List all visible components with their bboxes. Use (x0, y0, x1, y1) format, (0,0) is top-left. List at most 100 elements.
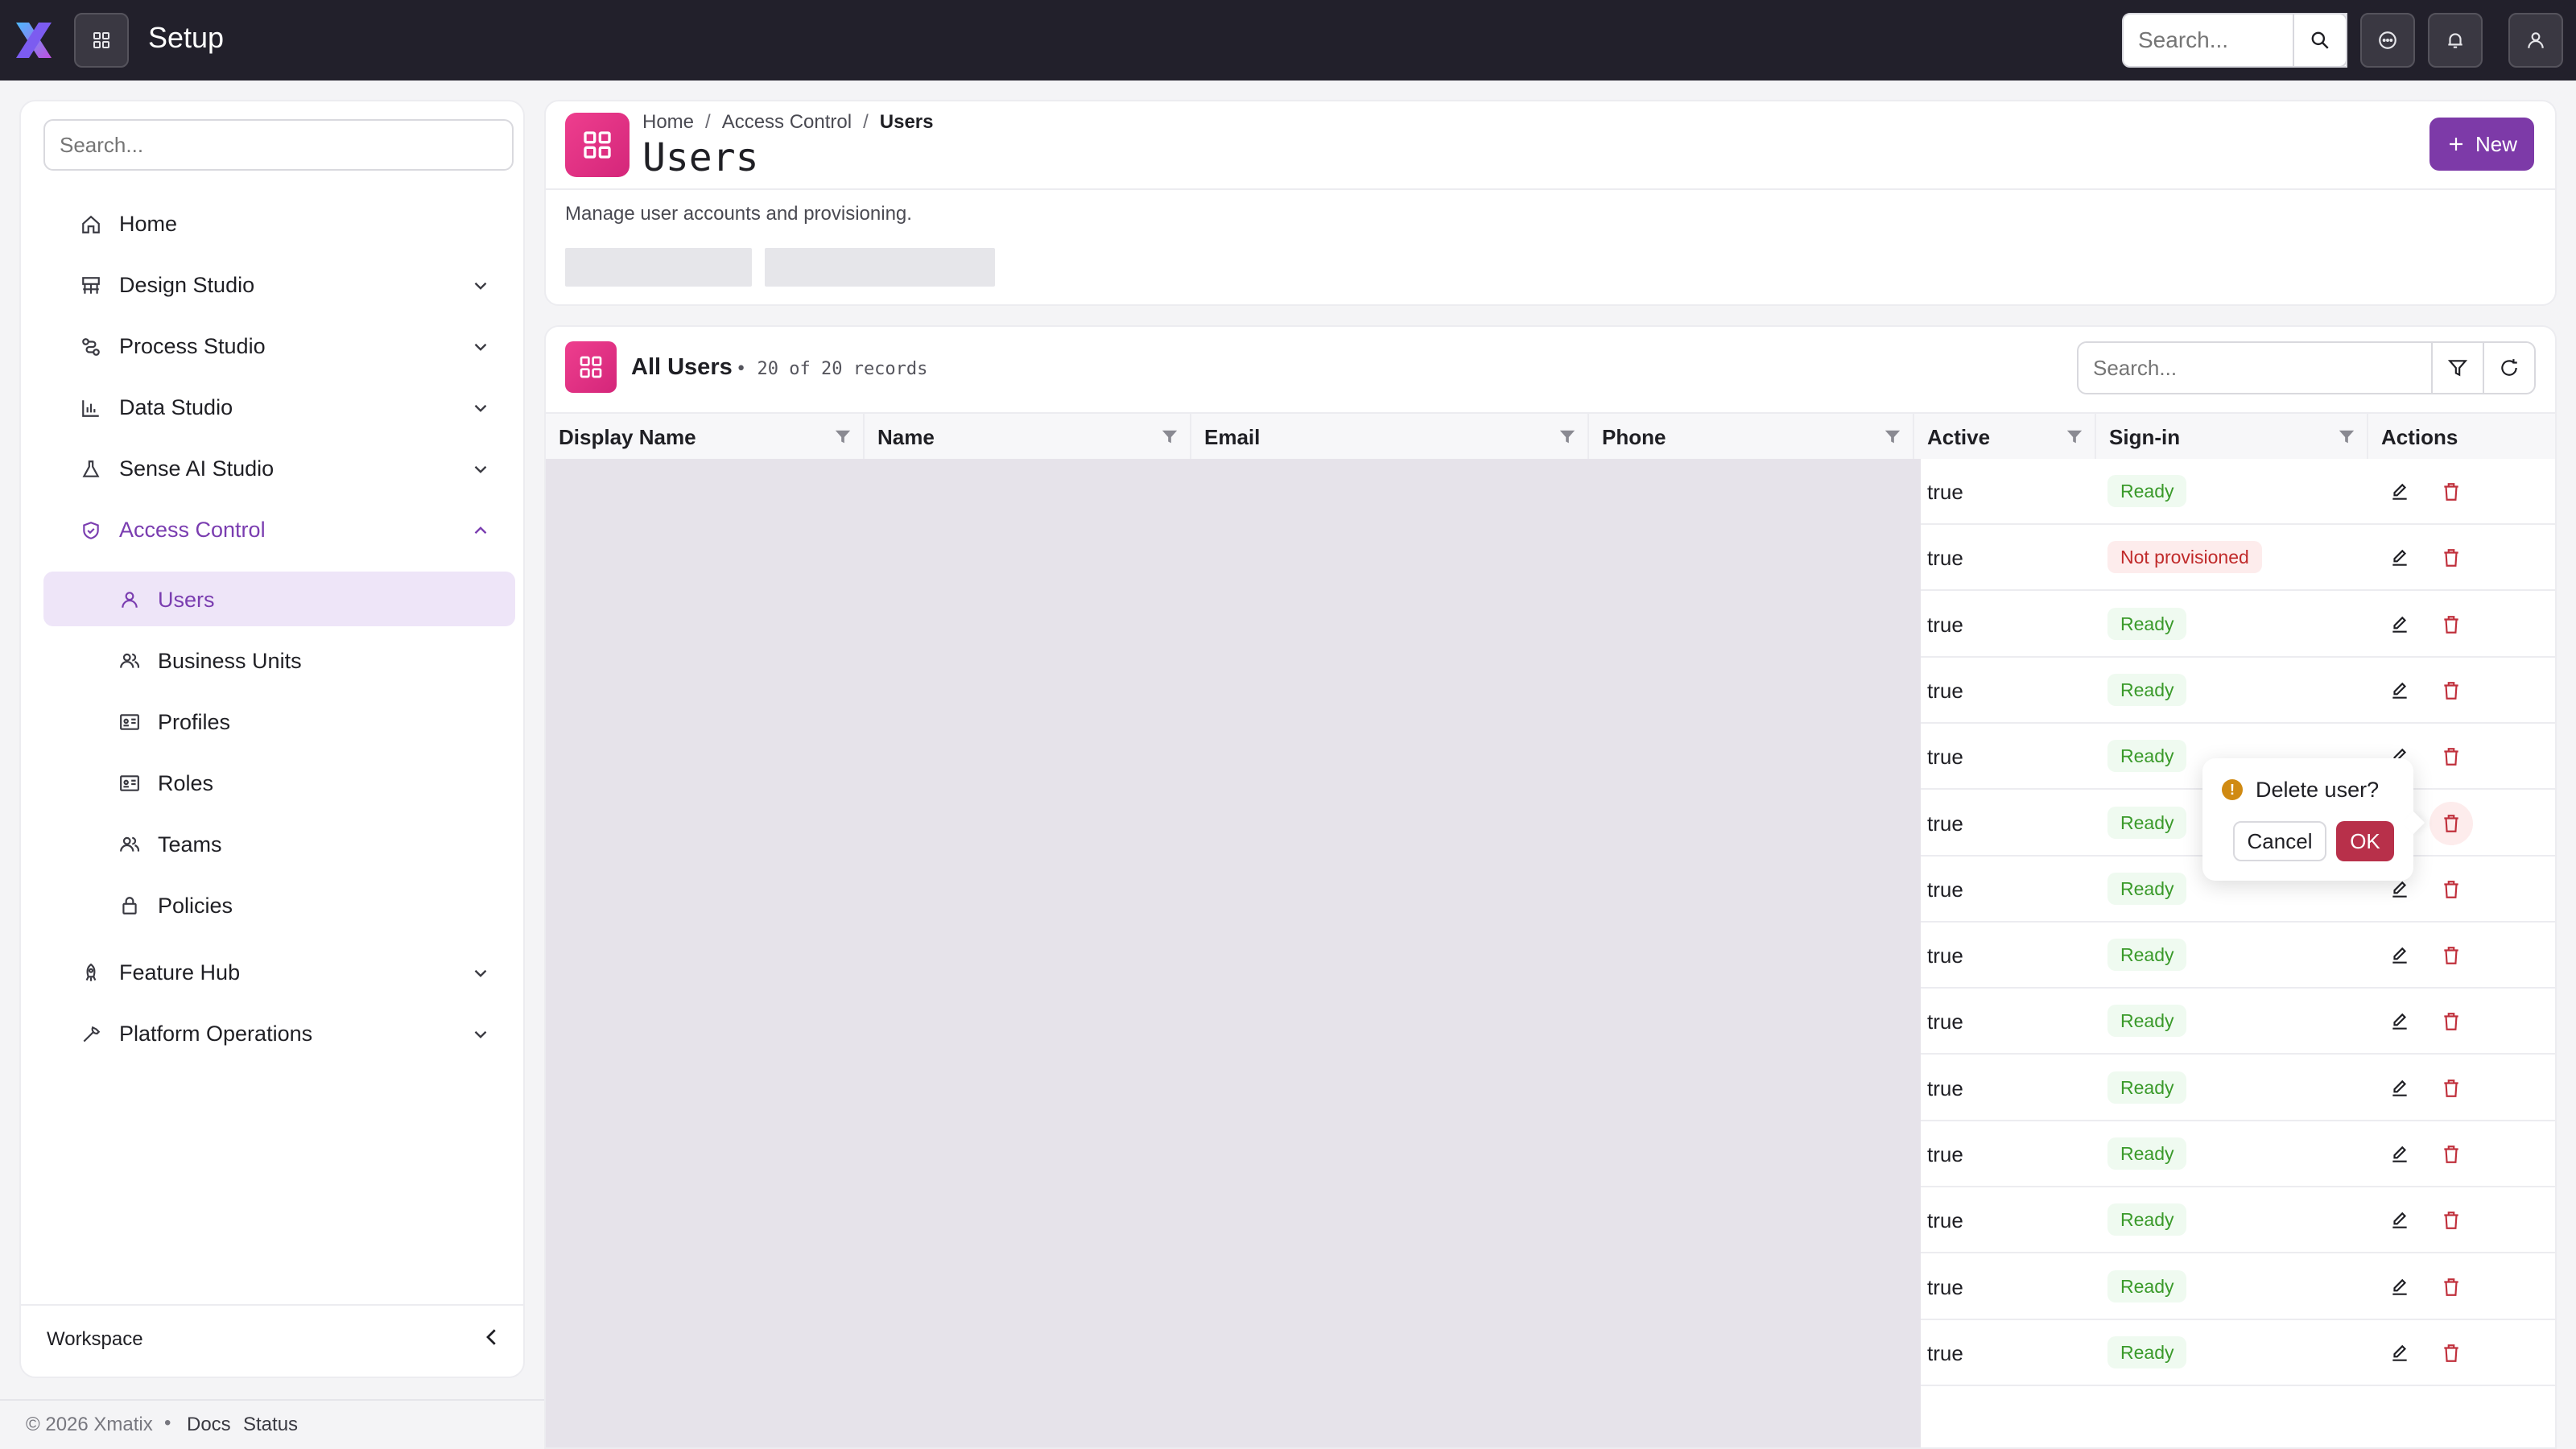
delete-icon[interactable] (2441, 481, 2462, 502)
sidebar-item-data-studio[interactable]: Data Studio (43, 380, 515, 435)
edit-icon[interactable] (2389, 945, 2410, 966)
edit-icon[interactable] (2389, 547, 2410, 568)
filter-icon[interactable] (2338, 428, 2355, 446)
table-row[interactable]: true Ready (1921, 989, 2555, 1055)
table-row[interactable]: true Ready (1921, 592, 2555, 658)
global-search-button[interactable] (2293, 13, 2347, 68)
edit-icon[interactable] (2389, 879, 2410, 900)
filter-icon[interactable] (2066, 428, 2083, 446)
table-row[interactable]: true Ready (1921, 1254, 2555, 1320)
refresh-button[interactable] (2483, 341, 2536, 394)
notifications-button[interactable] (2428, 13, 2483, 68)
filter-icon (2447, 360, 2468, 377)
active-cell: true (1927, 1142, 1963, 1166)
footer-link-status[interactable]: Status (243, 1414, 298, 1436)
footer: © 2026 Xmatix • Docs Status (0, 1399, 547, 1449)
design-studio-icon (82, 277, 100, 294)
column-header-phone[interactable]: Phone (1589, 414, 1914, 460)
filter-icon[interactable] (1884, 428, 1901, 446)
table-row[interactable]: true Not provisioned (1921, 525, 2555, 591)
sidebar-item-roles[interactable]: Roles (43, 755, 515, 810)
filter-icon[interactable] (1558, 428, 1576, 446)
breadcrumb-access-control[interactable]: Access Control (722, 111, 852, 134)
filter-icon[interactable] (834, 428, 852, 446)
sidebar-item-teams[interactable]: Teams (43, 816, 515, 871)
sidebar-item-feature-hub[interactable]: Feature Hub (43, 945, 515, 1000)
delete-icon[interactable] (2441, 1277, 2462, 1298)
edit-icon[interactable] (2389, 1210, 2410, 1231)
sidebar-item-label: Home (119, 211, 178, 236)
delete-icon[interactable] (2441, 1144, 2462, 1165)
sidebar-item-design-studio[interactable]: Design Studio (43, 258, 515, 312)
column-header-name[interactable]: Name (865, 414, 1191, 460)
page-title: Users (642, 135, 759, 180)
table-row[interactable]: true Ready (1921, 658, 2555, 724)
ok-button[interactable]: OK (2336, 821, 2394, 861)
footer-link-docs[interactable]: Docs (187, 1414, 231, 1436)
delete-icon[interactable] (2441, 945, 2462, 966)
sidebar-item-home[interactable]: Home (43, 196, 515, 251)
column-header-email[interactable]: Email (1191, 414, 1589, 460)
table-row[interactable]: true Ready (1921, 923, 2555, 989)
table-row[interactable]: true Ready (1921, 1320, 2555, 1386)
edit-icon[interactable] (2389, 1277, 2410, 1298)
xmatix-logo-icon[interactable] (11, 18, 56, 63)
bell-icon (2448, 33, 2462, 48)
signin-status-badge: Ready (2107, 873, 2187, 905)
chat-button[interactable] (2360, 13, 2415, 68)
signin-status-badge: Not provisioned (2107, 541, 2262, 573)
column-label: Email (1204, 424, 1261, 449)
sidebar-item-sense-ai-studio[interactable]: Sense AI Studio (43, 441, 515, 496)
sidebar-item-platform-operations[interactable]: Platform Operations (43, 1006, 515, 1061)
collapse-sidebar-icon[interactable] (480, 1325, 504, 1349)
delete-icon[interactable] (2441, 614, 2462, 635)
edit-icon[interactable] (2389, 1011, 2410, 1032)
table-row[interactable]: true Ready (1921, 1187, 2555, 1253)
sidebar-search-input[interactable] (43, 119, 514, 171)
profile-button[interactable] (2508, 13, 2563, 68)
delete-icon[interactable] (2441, 680, 2462, 701)
filter-icon[interactable] (1161, 428, 1179, 446)
table-search-input[interactable] (2077, 341, 2433, 394)
chevron-down-icon (474, 465, 487, 473)
table-row[interactable]: true Ready (1921, 1121, 2555, 1187)
delete-icon[interactable] (2441, 1078, 2462, 1099)
edit-icon[interactable] (2389, 614, 2410, 635)
edit-icon[interactable] (2389, 481, 2410, 502)
edit-icon[interactable] (2389, 1078, 2410, 1099)
delete-icon[interactable] (2441, 1210, 2462, 1231)
delete-icon[interactable] (2441, 746, 2462, 767)
new-button[interactable]: New (2429, 118, 2534, 171)
table-row[interactable]: true Ready (1921, 459, 2555, 525)
sidebar-item-profiles[interactable]: Profiles (43, 694, 515, 749)
sidebar-item-policies[interactable]: Policies (43, 877, 515, 932)
active-cell: true (1927, 480, 1963, 504)
sidebar-item-label: Design Studio (119, 272, 255, 297)
active-cell: true (1927, 679, 1963, 703)
column-header-display-name[interactable]: Display Name (546, 414, 865, 460)
app-title: Setup (148, 21, 225, 54)
sidebar-item-users[interactable]: Users (43, 572, 515, 626)
delete-icon[interactable] (2441, 1011, 2462, 1032)
delete-icon[interactable] (2441, 813, 2462, 834)
users-table-card: All Users • 20 of 20 records Display Nam… (544, 325, 2557, 1449)
delete-icon[interactable] (2441, 1343, 2462, 1364)
delete-icon[interactable] (2441, 547, 2462, 568)
edit-icon[interactable] (2389, 1343, 2410, 1364)
sidebar-item-access-control[interactable]: Access Control (43, 502, 515, 557)
home-icon (82, 215, 100, 233)
edit-icon[interactable] (2389, 680, 2410, 701)
breadcrumb-home[interactable]: Home (642, 111, 694, 134)
sidebar-item-process-studio[interactable]: Process Studio (43, 319, 515, 374)
app-launcher-button[interactable] (74, 13, 129, 68)
cancel-button[interactable]: Cancel (2233, 821, 2326, 861)
active-cell: true (1927, 1208, 1963, 1232)
edit-icon[interactable] (2389, 1144, 2410, 1165)
signin-status-badge: Ready (2107, 608, 2187, 640)
delete-icon[interactable] (2441, 879, 2462, 900)
sidebar-item-business-units[interactable]: Business Units (43, 633, 515, 687)
column-header-sign-in[interactable]: Sign-in (2096, 414, 2368, 460)
column-header-active[interactable]: Active (1914, 414, 2096, 460)
table-row[interactable]: true Ready (1921, 1055, 2555, 1121)
filter-button[interactable] (2431, 341, 2484, 394)
